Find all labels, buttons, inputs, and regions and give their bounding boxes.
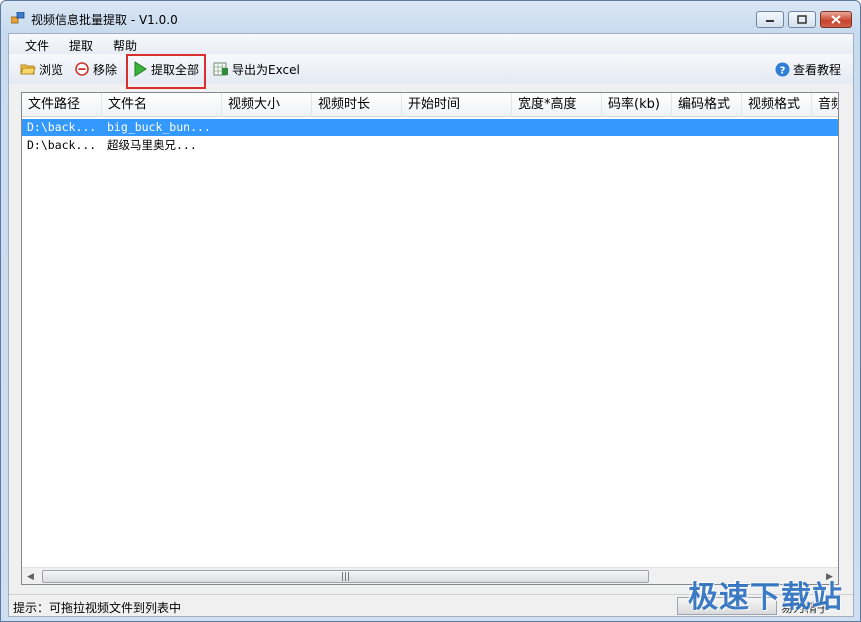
column-header[interactable]: 文件路径: [22, 93, 102, 117]
column-header[interactable]: 开始时间: [402, 93, 512, 117]
column-header[interactable]: 宽度*高度: [512, 93, 602, 117]
scroll-thumb[interactable]: |||: [42, 570, 649, 583]
column-header[interactable]: 视频时长: [312, 93, 402, 117]
remove-label: 移除: [93, 62, 118, 77]
menu-bar: 文件 提取 帮助: [9, 34, 853, 54]
folder-icon: [20, 61, 36, 77]
app-icon: [11, 12, 25, 24]
close-button[interactable]: [820, 11, 852, 28]
minimize-button[interactable]: [756, 11, 784, 28]
export-excel-label: 导出为Excel: [232, 62, 300, 77]
watermark-logo: 极速下载站: [688, 580, 843, 615]
column-header[interactable]: 码率(kb): [602, 93, 672, 117]
list-header: 文件路径 文件名 视频大小 视频时长 开始时间 宽度*高度 码率(kb) 编码格…: [22, 93, 838, 117]
column-header[interactable]: 音频: [812, 93, 838, 117]
remove-icon: [74, 61, 90, 77]
minimize-icon: [766, 19, 774, 22]
help-icon: ?: [774, 61, 790, 77]
column-header[interactable]: 编码格式: [672, 93, 742, 117]
maximize-icon: [797, 15, 807, 24]
file-list[interactable]: 文件路径 文件名 视频大小 视频时长 开始时间 宽度*高度 码率(kb) 编码格…: [21, 92, 839, 585]
app-window: 视频信息批量提取 - V1.0.0 文件 提取 帮助 浏览 移除 提取全部 导出…: [0, 0, 861, 622]
scroll-left-icon[interactable]: ◀: [22, 568, 39, 585]
browse-label: 浏览: [39, 62, 64, 77]
menu-help[interactable]: 帮助: [113, 37, 137, 54]
column-header[interactable]: 视频格式: [742, 93, 812, 117]
close-icon: [831, 15, 841, 24]
svg-text:?: ?: [779, 65, 785, 76]
table-row[interactable]: D:\back... big_buck_bun...: [22, 119, 838, 136]
toolbar: 浏览 移除 提取全部 导出为Excel ? 查看教程: [9, 54, 853, 89]
window-title: 视频信息批量提取 - V1.0.0: [31, 13, 178, 27]
status-hint: 提示：可拖拉视频文件到列表中: [13, 601, 182, 615]
table-row[interactable]: D:\back... 超级马里奥兄...: [22, 137, 838, 154]
excel-icon: [213, 61, 229, 77]
annotation-highlight-box: [126, 54, 206, 89]
title-bar[interactable]: 视频信息批量提取 - V1.0.0: [1, 1, 860, 33]
menu-file[interactable]: 文件: [25, 37, 49, 54]
column-header[interactable]: 视频大小: [222, 93, 312, 117]
client-area: 文件 提取 帮助 浏览 移除 提取全部 导出为Excel ? 查看教程 文件路径…: [8, 33, 854, 617]
export-excel-button[interactable]: 导出为Excel: [213, 60, 300, 78]
menu-extract[interactable]: 提取: [69, 37, 93, 54]
cell-path: D:\back...: [27, 138, 97, 152]
browse-button[interactable]: 浏览: [20, 60, 63, 78]
tutorial-button[interactable]: ? 查看教程: [774, 60, 841, 78]
maximize-button[interactable]: [788, 11, 816, 28]
cell-filename: big_buck_bun...: [107, 120, 211, 134]
remove-button[interactable]: 移除: [74, 60, 117, 78]
cell-filename: 超级马里奥兄...: [107, 138, 197, 152]
column-header[interactable]: 文件名: [102, 93, 222, 117]
cell-path: D:\back...: [27, 120, 97, 134]
tutorial-label: 查看教程: [793, 62, 842, 77]
